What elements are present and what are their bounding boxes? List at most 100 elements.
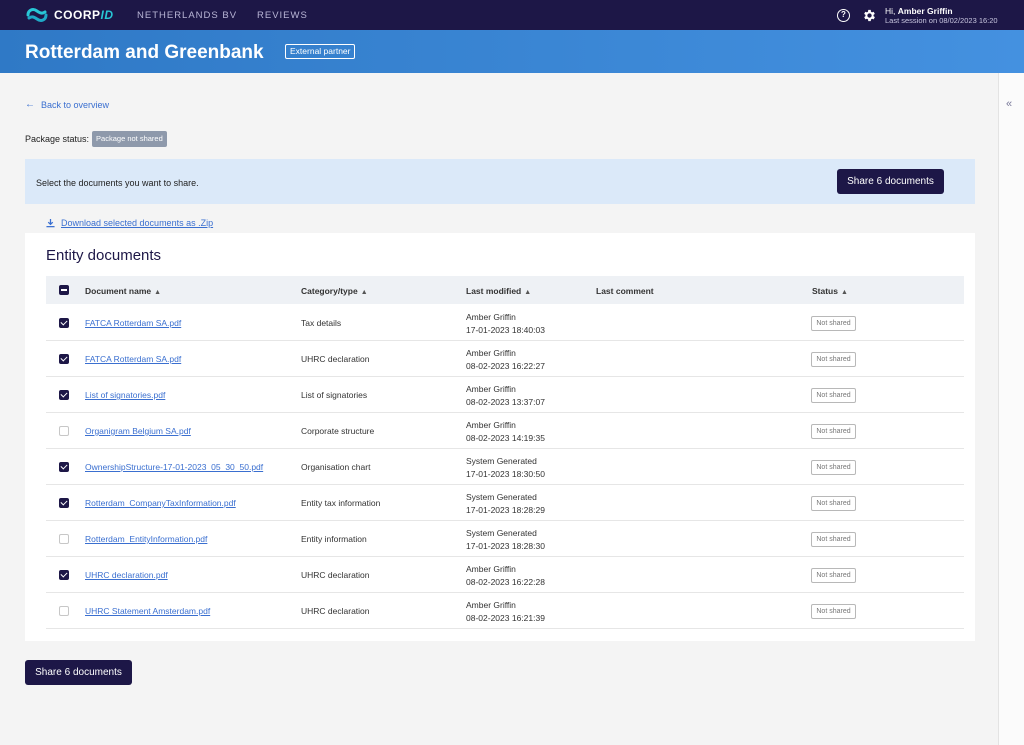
last-modified: System Generated 17-01-2023 18:28:29 xyxy=(466,491,545,516)
column-header-last-modified[interactable]: Last modified ▲︎ xyxy=(466,286,531,296)
document-link[interactable]: UHRC Statement Amsterdam.pdf xyxy=(85,606,210,616)
package-status-label: Package status: xyxy=(25,134,90,144)
package-status-badge: Package not shared xyxy=(92,131,167,147)
modified-by: Amber Griffin xyxy=(466,384,516,394)
top-navigation-bar: COORPID NETHERLANDS BV REVIEWS ? Hi, Amb… xyxy=(0,0,1024,30)
status-badge: Not shared xyxy=(811,316,856,331)
external-partner-badge: External partner xyxy=(285,44,356,59)
nav-reviews[interactable]: REVIEWS xyxy=(257,10,308,21)
select-all-checkbox[interactable] xyxy=(59,285,69,295)
logo-mark-icon xyxy=(26,8,48,22)
back-link-label: Back to overview xyxy=(41,99,110,110)
share-documents-button[interactable]: Share 6 documents xyxy=(837,169,944,194)
sort-icon: ▲︎ xyxy=(154,289,162,296)
user-greeting: Hi, Amber Griffin xyxy=(885,6,953,16)
status-badge: Not shared xyxy=(811,568,856,583)
modified-date: 08-02-2023 16:22:28 xyxy=(466,576,545,587)
document-category: Entity information xyxy=(301,534,367,544)
document-link[interactable]: Organigram Belgium SA.pdf xyxy=(85,426,191,436)
download-zip-link[interactable]: Download selected documents as .Zip xyxy=(46,218,213,228)
modified-date: 17-01-2023 18:30:50 xyxy=(466,468,545,479)
column-header-document-name[interactable]: Document name ▲︎ xyxy=(85,286,161,296)
arrow-left-icon: ← xyxy=(25,99,35,110)
status-badge: Not shared xyxy=(811,388,856,403)
modified-date: 17-01-2023 18:40:03 xyxy=(466,324,545,335)
download-link-label: Download selected documents as .Zip xyxy=(61,218,214,228)
modified-date: 17-01-2023 18:28:30 xyxy=(466,540,545,551)
sort-icon: ▲︎ xyxy=(840,289,848,296)
status-badge: Not shared xyxy=(811,532,856,547)
modified-date: 08-02-2023 13:37:07 xyxy=(466,396,545,407)
status-badge: Not shared xyxy=(811,496,856,511)
panel-title: Entity documents xyxy=(46,247,162,264)
row-checkbox[interactable] xyxy=(59,570,69,580)
table-row: FATCA Rotterdam SA.pdf UHRC declaration Am… xyxy=(46,341,964,377)
table-row: UHRC Statement Amsterdam.pdf UHRC declara… xyxy=(46,593,964,629)
document-category: List of signatories xyxy=(301,390,368,400)
user-info[interactable]: Hi, Amber Griffin Last session on 08/02/… xyxy=(885,6,998,26)
document-link[interactable]: Rotterdam_CompanyTaxInformation.pdf xyxy=(85,498,236,508)
last-session: Last session on 08/02/2023 16:20 xyxy=(885,16,998,25)
last-modified: Amber Griffin 08-02-2023 13:37:07 xyxy=(466,383,545,408)
status-badge: Not shared xyxy=(811,352,856,367)
logo-text: COORPID xyxy=(54,8,114,22)
document-link[interactable]: UHRC declaration.pdf xyxy=(85,570,168,580)
modified-date: 08-02-2023 16:21:39 xyxy=(466,612,545,623)
document-category: Entity tax information xyxy=(301,498,381,508)
table-row: Organigram Belgium SA.pdf Corporate struc… xyxy=(46,413,964,449)
modified-by: Amber Griffin xyxy=(466,312,516,322)
row-checkbox[interactable] xyxy=(59,354,69,364)
document-link[interactable]: FATCA Rotterdam SA.pdf xyxy=(85,318,181,328)
row-checkbox[interactable] xyxy=(59,462,69,472)
share-banner: Select the documents you want to share. … xyxy=(25,159,975,204)
page-header: Rotterdam and Greenbank External partner xyxy=(0,30,1024,73)
table-row: OwnershipStructure-17-01-2023_05_30_50.p… xyxy=(46,449,964,485)
nav-netherlands-bv[interactable]: NETHERLANDS BV xyxy=(137,10,237,21)
document-link[interactable]: Rotterdam_EntityInformation.pdf xyxy=(85,534,207,544)
table-row: FATCA Rotterdam SA.pdf Tax details Amber G… xyxy=(46,305,964,341)
modified-by: Amber Griffin xyxy=(466,420,516,430)
row-checkbox[interactable] xyxy=(59,390,69,400)
side-panel-rail: « xyxy=(998,73,1024,745)
row-checkbox[interactable] xyxy=(59,498,69,508)
table-row: UHRC declaration.pdf UHRC declaration Ambe… xyxy=(46,557,964,593)
last-modified: Amber Griffin 08-02-2023 14:19:35 xyxy=(466,419,545,444)
status-badge: Not shared xyxy=(811,424,856,439)
last-modified: Amber Griffin 08-02-2023 16:22:28 xyxy=(466,563,545,588)
document-link[interactable]: List of signatories.pdf xyxy=(85,390,165,400)
last-modified: System Generated 17-01-2023 18:30:50 xyxy=(466,455,545,480)
document-category: UHRC declaration xyxy=(301,570,370,580)
last-modified: Amber Griffin 08-02-2023 16:21:39 xyxy=(466,599,545,624)
gear-icon[interactable] xyxy=(862,8,877,23)
modified-by: Amber Griffin xyxy=(466,564,516,574)
expand-panel-icon[interactable]: « xyxy=(1006,98,1012,110)
back-to-overview-link[interactable]: ← Back to overview xyxy=(25,99,109,110)
share-documents-button-bottom[interactable]: Share 6 documents xyxy=(25,660,132,685)
package-status: Package status: Package not shared xyxy=(25,131,167,147)
column-header-status[interactable]: Status ▲︎ xyxy=(812,286,848,296)
row-checkbox[interactable] xyxy=(59,606,69,616)
document-link[interactable]: FATCA Rotterdam SA.pdf xyxy=(85,354,181,364)
entity-documents-panel: Entity documents Document name ▲︎ Categor… xyxy=(25,233,975,641)
page-title: Rotterdam and Greenbank xyxy=(25,42,264,63)
column-header-category[interactable]: Category/type ▲︎ xyxy=(301,286,368,296)
document-category: Corporate structure xyxy=(301,426,375,436)
row-checkbox[interactable] xyxy=(59,426,69,436)
modified-date: 08-02-2023 16:22:27 xyxy=(466,360,545,371)
last-modified: Amber Griffin 08-02-2023 16:22:27 xyxy=(466,347,545,372)
document-category: Tax details xyxy=(301,318,342,328)
row-checkbox[interactable] xyxy=(59,534,69,544)
last-modified: Amber Griffin 17-01-2023 18:40:03 xyxy=(466,311,545,336)
row-checkbox[interactable] xyxy=(59,318,69,328)
table-row: Rotterdam_CompanyTaxInformation.pdf Entit… xyxy=(46,485,964,521)
document-category: UHRC declaration xyxy=(301,606,370,616)
last-modified: System Generated 17-01-2023 18:28:30 xyxy=(466,527,545,552)
table-row: List of signatories.pdf List of signatori… xyxy=(46,377,964,413)
coorpid-logo[interactable]: COORPID xyxy=(26,7,114,23)
download-icon xyxy=(46,218,55,227)
help-icon[interactable]: ? xyxy=(837,9,850,22)
document-category: Organisation chart xyxy=(301,462,371,472)
document-link[interactable]: OwnershipStructure-17-01-2023_05_30_50.p… xyxy=(85,462,263,472)
document-category: UHRC declaration xyxy=(301,354,370,364)
modified-by: System Generated xyxy=(466,528,537,538)
